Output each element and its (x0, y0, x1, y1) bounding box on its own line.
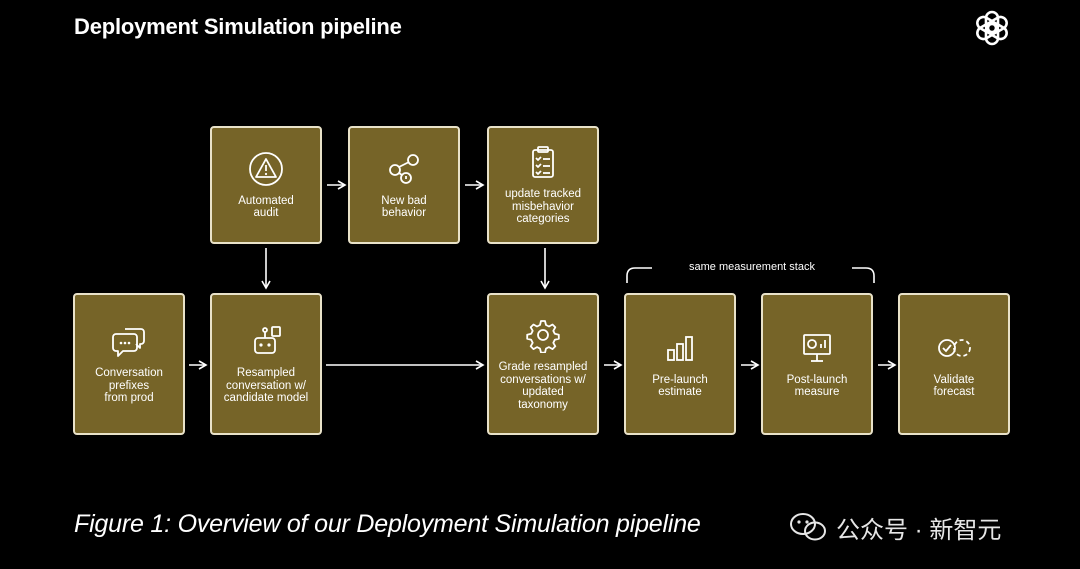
node-label: update tracked misbehavior categories (504, 188, 582, 226)
node-label: Grade resampled conversations w/ updated… (498, 361, 588, 411)
chat-bubbles-icon (112, 328, 145, 358)
node-conversation-prefixes: Conversation prefixes from prod (73, 293, 185, 435)
node-pre-launch-estimate: Pre-launch estimate (624, 293, 736, 435)
presentation-board-icon (803, 333, 831, 362)
node-label: Conversation prefixes from prod (95, 367, 163, 405)
check-compare-icon (938, 338, 971, 357)
watermark-text: 公众号 · 新智元 (836, 516, 1002, 544)
node-grade-resampled: Grade resampled conversations w/ updated… (487, 293, 599, 435)
connector-layer (189, 180, 897, 370)
warning-triangle-icon (249, 151, 283, 186)
nodes-graph-icon (389, 153, 419, 184)
robot-icon (254, 326, 281, 355)
node-new-bad-behavior: New bad behavior (348, 126, 460, 244)
checklist-icon (532, 146, 554, 179)
gear-icon (526, 320, 560, 353)
node-label: Automated audit (238, 194, 294, 220)
node-label: Pre-launch estimate (652, 373, 708, 399)
figure-caption: Figure 1: Overview of our Deployment Sim… (74, 510, 701, 538)
bar-chart-icon (667, 335, 693, 361)
node-post-launch-measure: Post-launch measure (761, 293, 873, 435)
node-update-categories: update tracked misbehavior categories (487, 126, 599, 244)
node-label: Validate forecast (933, 373, 975, 399)
node-label: Resampled conversation w/ candidate mode… (223, 367, 309, 405)
wechat-icon (790, 513, 826, 541)
node-validate-forecast: Validate forecast (898, 293, 1010, 435)
node-automated-audit: Automated audit (210, 126, 322, 244)
node-label: Post-launch measure (786, 373, 848, 399)
bracket-label: same measurement stack (652, 261, 852, 273)
node-label: New bad behavior (381, 194, 427, 220)
watermark: 公众号 · 新智元 (788, 510, 1001, 544)
node-resampled-conversation: Resampled conversation w/ candidate mode… (210, 293, 322, 435)
